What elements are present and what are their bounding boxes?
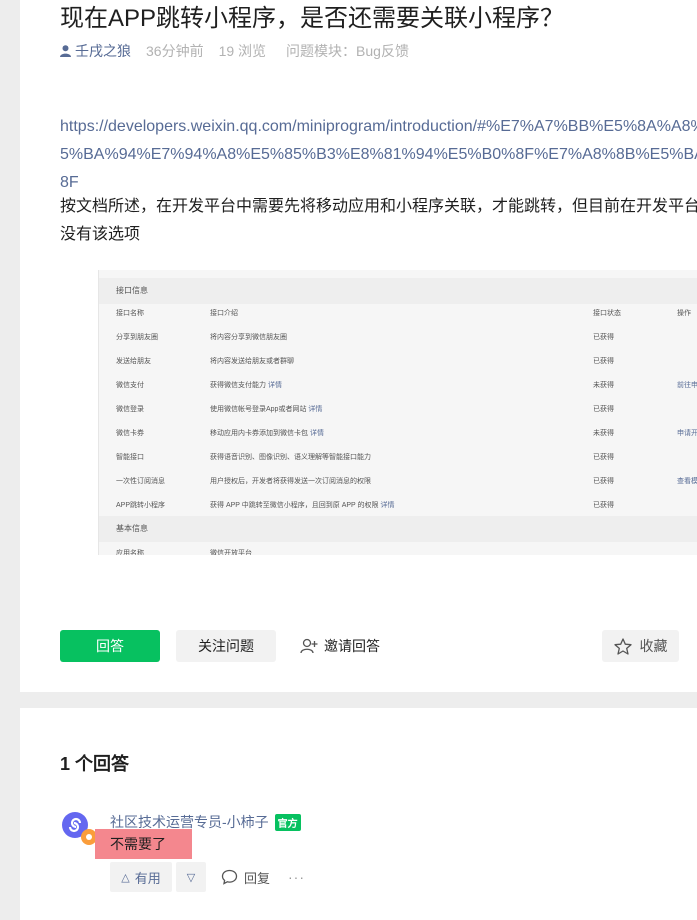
screenshot-row: 微信支付 获得微信支付能力 详情 未获得 前往申请: [99, 374, 697, 398]
downvote-button[interactable]: ▽: [176, 862, 206, 892]
header-desc: 接口介绍: [210, 310, 238, 317]
row-op: 查看模板: [677, 478, 697, 485]
author-link[interactable]: 壬戌之狼: [60, 41, 131, 61]
row-desc-text: 移动应用内卡券添加到微信卡包: [210, 430, 308, 437]
row-desc-text: 使用微信帐号登录App或者网站: [210, 406, 307, 413]
triangle-down-icon: ▽: [186, 871, 196, 884]
screenshot-row: 智能接口 获得语音识别、图像识别、语义理解等智能接口能力 已获得: [99, 446, 697, 470]
screenshot-row: 发送给朋友 将内容发送给朋友或者群聊 已获得: [99, 350, 697, 374]
author-name: 壬戌之狼: [75, 43, 131, 59]
row-desc-text: 获得微信支付能力: [210, 382, 266, 389]
row-op: 申请开通: [677, 430, 697, 437]
screenshot-row: 分享到朋友圈 将内容分享到微信朋友圈 已获得: [99, 326, 697, 350]
screenshot-row: 一次性订阅消息 用户授权后，开发者将获得发送一次订阅消息的权限 已获得 查看模板: [99, 470, 697, 494]
row-status: 未获得: [593, 430, 614, 437]
screenshot-row: 应用名称 微信开放平台: [99, 542, 697, 555]
module-label: 问题模块：: [286, 43, 357, 59]
row-name: 应用名称: [116, 550, 144, 555]
question-title: 现在APP跳转小程序，是否还需要关联小程序？: [60, 5, 565, 32]
answer-actions: △ 有用 ▽ 回复 ···: [110, 862, 305, 892]
row-status: 已获得: [593, 334, 614, 341]
upvote-button[interactable]: △ 有用: [110, 862, 172, 892]
row-name: APP跳转小程序: [116, 502, 166, 509]
row-desc: 用户授权后，开发者将获得发送一次订阅消息的权限: [210, 478, 371, 485]
row-detail-link: 详情: [380, 502, 395, 509]
question-actions: 回答 关注问题 邀请回答 收藏: [60, 630, 680, 662]
row-desc: 获得微信支付能力 详情: [210, 374, 282, 398]
reply-button[interactable]: 回复: [221, 868, 270, 887]
row-desc: 获得语音识别、图像识别、语义理解等智能接口能力: [210, 454, 371, 461]
row-status: 已获得: [593, 502, 614, 509]
follow-question-button[interactable]: 关注问题: [176, 630, 276, 662]
reply-label: 回复: [244, 870, 271, 886]
embedded-screenshot[interactable]: 接口信息 接口名称 接口介绍 接口状态 操作 分享到朋友圈 将内容分享到微信朋友…: [98, 270, 697, 555]
row-name: 一次性订阅消息: [116, 478, 165, 485]
doc-link[interactable]: https://developers.weixin.qq.com/minipro…: [60, 113, 697, 197]
favorite-button[interactable]: 收藏: [602, 630, 679, 662]
row-status: 已获得: [593, 358, 614, 365]
triangle-up-icon: △: [121, 871, 130, 884]
question-body: 按文档所述，在开发平台中需要先将移动应用和小程序关联，才能跳转，但目前在开发平台…: [60, 198, 697, 243]
screenshot-section-api: 接口信息: [99, 278, 697, 304]
question-card: 现在APP跳转小程序，是否还需要关联小程序？ 壬戌之狼 36分钟前 19 浏览 …: [20, 0, 697, 692]
row-desc: 微信开放平台: [210, 550, 252, 555]
screenshot-row: 微信卡券 移动应用内卡券添加到微信卡包 详情 未获得 申请开通: [99, 422, 697, 446]
screenshot-row: APP跳转小程序 获得 APP 中跳转至微信小程序，且回到原 APP 的权限 详…: [99, 494, 697, 518]
answer-count: 1 个回答: [60, 754, 130, 774]
row-status: 未获得: [593, 382, 614, 389]
row-name: 分享到朋友圈: [116, 334, 158, 341]
answer-button[interactable]: 回答: [60, 630, 160, 662]
row-status: 已获得: [593, 454, 614, 461]
row-detail-link: 详情: [308, 406, 323, 413]
favorite-label: 收藏: [639, 638, 668, 654]
row-name: 发送给朋友: [116, 358, 151, 365]
user-icon: [60, 45, 71, 57]
post-time: 36分钟前: [146, 43, 204, 59]
row-name: 微信登录: [116, 406, 144, 413]
more-options-button[interactable]: ···: [288, 869, 305, 885]
row-desc: 使用微信帐号登录App或者网站 详情: [210, 398, 322, 422]
header-name: 接口名称: [116, 310, 144, 317]
row-name: 微信卡券: [116, 430, 144, 437]
header-op: 操作: [677, 310, 691, 317]
row-desc: 移动应用内卡券添加到微信卡包 详情: [210, 422, 324, 446]
row-status: 已获得: [593, 406, 614, 413]
invite-label: 邀请回答: [324, 638, 380, 654]
upvote-label: 有用: [134, 870, 161, 886]
screenshot-row: 微信登录 使用微信帐号登录App或者网站 详情 已获得: [99, 398, 697, 422]
view-count: 19 浏览: [218, 43, 267, 59]
answers-card: 1 个回答 社区技术运营专员-小柿子 官方 不需要了 △ 有用 ▽ 回复 ···: [20, 708, 697, 920]
header-status: 接口状态: [593, 310, 621, 317]
star-icon: [613, 637, 632, 655]
comment-icon: [221, 869, 238, 885]
invite-answer-button[interactable]: 邀请回答: [300, 630, 390, 662]
miniprogram-logo-icon: [62, 812, 97, 845]
row-op: 前往申请: [677, 382, 697, 389]
invite-user-icon: [300, 638, 318, 654]
row-desc: 获得 APP 中跳转至微信小程序，且回到原 APP 的权限 详情: [210, 494, 395, 518]
module-link[interactable]: Bug反馈: [356, 41, 409, 61]
answer-content: 不需要了: [95, 829, 192, 859]
row-detail-link: 详情: [309, 430, 324, 437]
screenshot-header-row: 接口名称 接口介绍 接口状态 操作: [99, 302, 697, 326]
row-status: 已获得: [593, 478, 614, 485]
question-meta: 壬戌之狼 36分钟前 19 浏览 问题模块： Bug反馈: [60, 41, 409, 61]
row-name: 微信支付: [116, 382, 144, 389]
screenshot-section-basic: 基本信息: [99, 516, 697, 542]
row-desc-text: 获得 APP 中跳转至微信小程序，且回到原 APP 的权限: [210, 502, 379, 509]
official-badge: 官方: [274, 813, 301, 831]
row-desc: 将内容分享到微信朋友圈: [210, 334, 287, 341]
row-name: 智能接口: [116, 454, 144, 461]
row-detail-link: 详情: [267, 382, 282, 389]
row-desc: 将内容发送给朋友或者群聊: [210, 358, 294, 365]
avatar[interactable]: [60, 810, 100, 850]
